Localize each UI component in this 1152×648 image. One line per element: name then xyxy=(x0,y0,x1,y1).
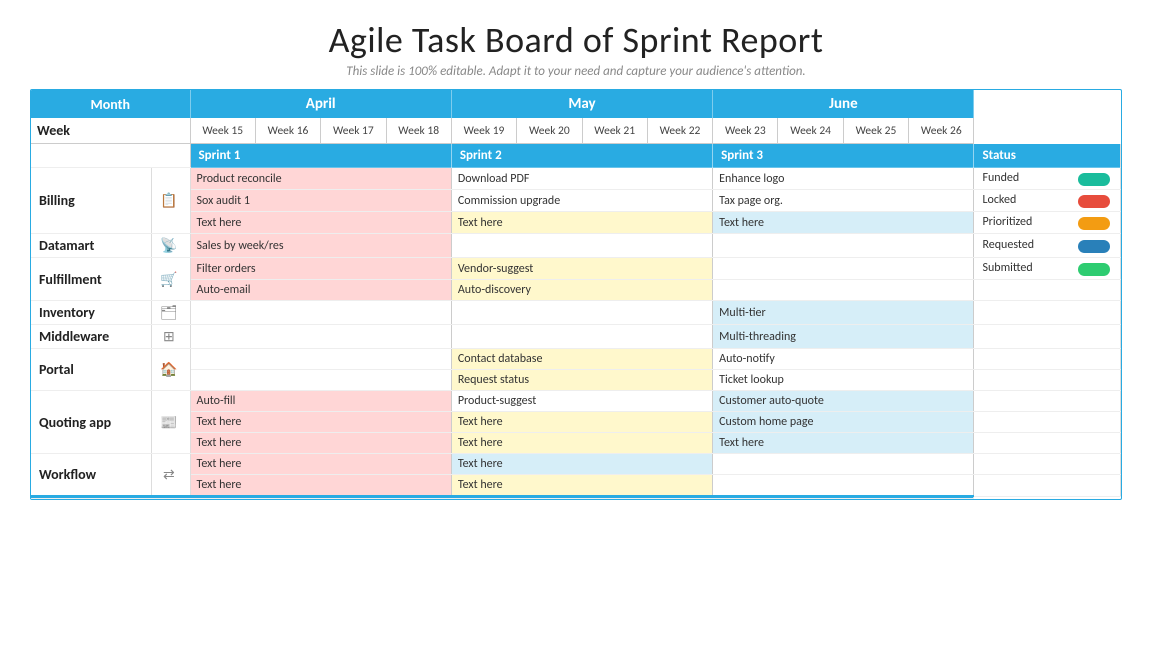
table-row: Sox audit 1Commission upgradeTax page or… xyxy=(31,190,1121,212)
table-row: Request statusTicket lookup xyxy=(31,370,1121,391)
table-row: Datamart📡Sales by week/resRequested xyxy=(31,234,1121,258)
week-row: WeekWeek 15Week 16Week 17Week 18Week 19W… xyxy=(31,118,1121,144)
page-subtitle: This slide is 100% editable. Adapt it to… xyxy=(30,64,1122,79)
table-row: Text hereText here xyxy=(31,475,1121,497)
table-row: Text hereText hereText here xyxy=(31,433,1121,454)
table-row: Text hereText hereCustom home page xyxy=(31,412,1121,433)
page-title: Agile Task Board of Sprint Report xyxy=(30,18,1122,62)
page: Agile Task Board of Sprint Report This s… xyxy=(0,0,1152,510)
table-row: Inventory🗂Multi-tier xyxy=(31,301,1121,325)
table-row: Fulfillment🛒Filter ordersVendor-suggestS… xyxy=(31,258,1121,280)
month-row: MonthAprilMayJune xyxy=(31,90,1121,118)
table-row: Text hereText hereText herePrioritized xyxy=(31,212,1121,234)
sprint-table: MonthAprilMayJuneWeekWeek 15Week 16Week … xyxy=(31,90,1121,499)
table-row: Quoting app📰Auto-fillProduct-suggestCust… xyxy=(31,391,1121,412)
sprint-header-row: Sprint 1Sprint 2Sprint 3Status xyxy=(31,144,1121,168)
table-row: Auto-emailAuto-discovery xyxy=(31,280,1121,301)
table-row: Billing📋Product reconcileDownload PDFEnh… xyxy=(31,168,1121,190)
table-row: Workflow⇄Text hereText here xyxy=(31,454,1121,475)
table-row: Portal🏠Contact databaseAuto-notify xyxy=(31,349,1121,370)
title-section: Agile Task Board of Sprint Report This s… xyxy=(30,18,1122,79)
table-row: Middleware⊞Multi-threading xyxy=(31,325,1121,349)
main-table-wrap: MonthAprilMayJuneWeekWeek 15Week 16Week … xyxy=(30,89,1122,500)
